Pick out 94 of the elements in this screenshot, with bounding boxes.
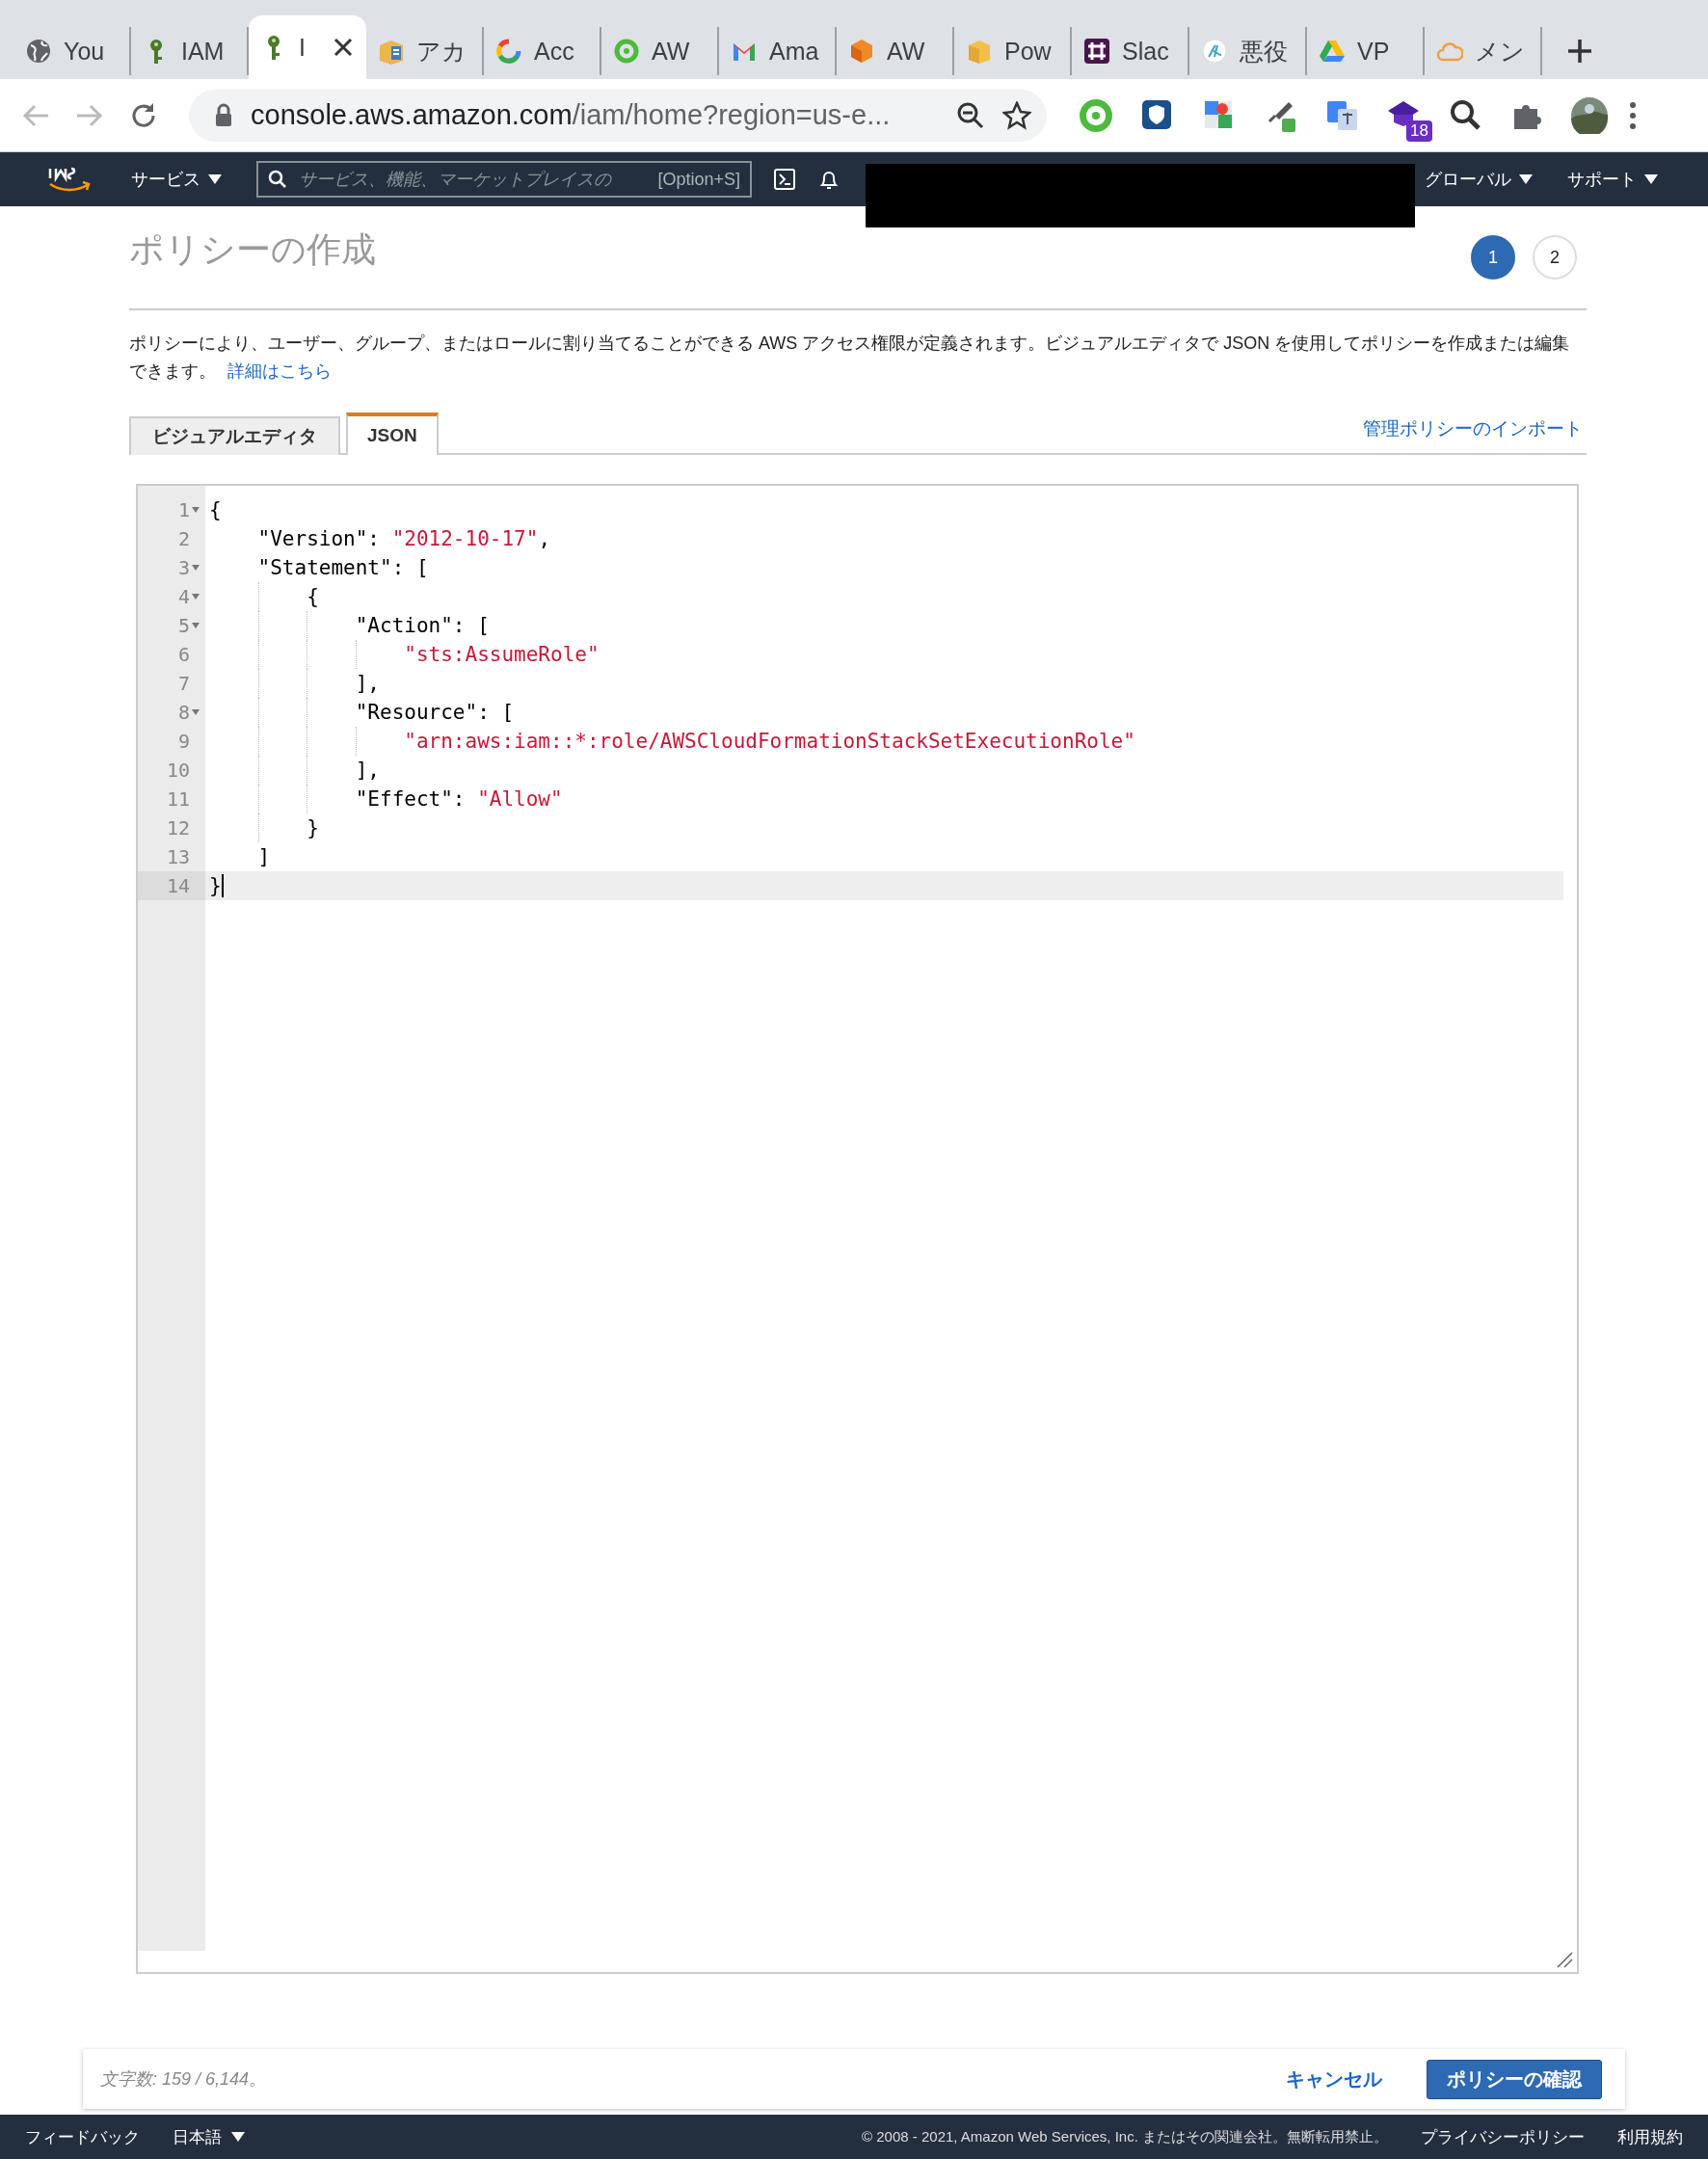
line-number: 14: [166, 874, 190, 897]
code-line: ],: [354, 672, 380, 695]
browser-tab[interactable]: I: [249, 15, 366, 79]
line-number: 11: [166, 787, 190, 811]
code-line: ],: [354, 759, 380, 782]
code-line: {: [306, 585, 319, 608]
search-field[interactable]: サービス、機能、マーケットプレイスの [Option+S]: [256, 161, 752, 198]
fold-icon[interactable]: [192, 507, 200, 513]
browser-tab[interactable]: Ama: [719, 27, 837, 75]
browser-tab[interactable]: AW: [601, 27, 719, 75]
caret-icon: [1519, 174, 1533, 184]
search-icon: [268, 170, 287, 189]
character-count: 文字数: 159 / 6,144。: [100, 2068, 267, 2091]
browser-tab[interactable]: Pow: [954, 27, 1072, 75]
code-line: "Effect": "Allow": [354, 787, 563, 811]
avatar-icon[interactable]: [1571, 96, 1608, 134]
ring-icon: [613, 38, 640, 65]
line-number: 9: [177, 730, 190, 753]
lock-icon: [214, 102, 233, 128]
step-indicator[interactable]: 1: [1471, 235, 1515, 280]
line-number: 7: [177, 672, 190, 695]
support-menu[interactable]: サポート: [1567, 168, 1658, 191]
browser-tab[interactable]: VP: [1307, 27, 1425, 75]
close-icon[interactable]: [332, 36, 355, 59]
code-line: "Resource": [: [354, 701, 515, 724]
region-menu[interactable]: グローバル: [1425, 168, 1533, 191]
code-line: "arn:aws:iam::*:role/AWSCloudFormationStackSetExecutionRole": [403, 730, 1135, 753]
learn-more-link[interactable]: 詳細はこちら: [227, 361, 332, 381]
browser-tab[interactable]: 悪役: [1189, 27, 1307, 75]
page-title: ポリシーの作成: [129, 227, 376, 271]
privacy-link[interactable]: プライバシーポリシー: [1421, 2125, 1585, 2148]
import-policy-link[interactable]: 管理ポリシーのインポート: [1363, 416, 1583, 441]
review-policy-button[interactable]: ポリシーの確認: [1427, 2059, 1602, 2099]
services-menu[interactable]: サービス: [131, 168, 222, 191]
line-number: 8: [177, 701, 190, 724]
code-line: "Version": "2012-10-17",: [256, 527, 551, 550]
browser-tab[interactable]: Slac: [1072, 27, 1189, 75]
caret-icon: [231, 2132, 245, 2142]
box-icon: [966, 38, 993, 65]
caret-icon: [1644, 174, 1658, 184]
browser-tab[interactable]: AW: [837, 27, 954, 75]
line-number: 1: [177, 498, 190, 521]
browser-tab[interactable]: アカ: [366, 27, 484, 75]
line-number: 3: [177, 556, 190, 579]
plus-icon[interactable]: [1565, 37, 1594, 66]
feedback-link[interactable]: フィードバック: [25, 2125, 140, 2148]
logo-icon[interactable]: [46, 165, 93, 194]
caret-icon: [208, 174, 222, 184]
grid-icon: [1083, 38, 1110, 65]
star-icon[interactable]: [1002, 100, 1031, 130]
cancel-button[interactable]: キャンセル: [1280, 2065, 1388, 2093]
terms-link[interactable]: 利用規約: [1617, 2125, 1683, 2148]
code-line: }: [306, 816, 319, 840]
line-number: 5: [177, 614, 190, 637]
code-line: ]: [256, 845, 271, 868]
fold-icon[interactable]: [192, 565, 200, 571]
resize-grip-icon[interactable]: [1556, 1951, 1573, 1968]
language-menu[interactable]: 日本語: [173, 2125, 245, 2148]
code-line: "sts:AssumeRole": [403, 643, 600, 666]
text-cursor: [221, 874, 224, 897]
count-badge: 18: [1406, 120, 1432, 142]
browser-tab[interactable]: メン: [1425, 27, 1542, 75]
globe-icon: [25, 38, 52, 65]
swirl-icon: [1201, 38, 1228, 65]
code-line: }: [209, 874, 222, 897]
url-text: console.aws.amazon.com/iam/home?region=us-e...: [251, 99, 892, 131]
cube-icon: [848, 38, 875, 65]
fold-icon[interactable]: [192, 594, 200, 600]
browser-tab[interactable]: You: [13, 27, 131, 75]
code-line: "Action": [: [354, 614, 490, 637]
code-line: "Statement": [: [256, 556, 429, 579]
line-number: 4: [177, 585, 190, 608]
description-text: ポリシーにより、ユーザー、グループ、またはロールに割り当てることができる AWS アクセス権限が定義されます。ビジュアルエディタで JSON を使用してポリシーを作成または編集できます。 詳細はこちら: [129, 333, 1571, 383]
line-number: 12: [166, 816, 190, 840]
terminal-icon[interactable]: [773, 168, 796, 191]
ring-icon: [495, 38, 522, 65]
line-number: 6: [177, 643, 190, 666]
address-bar[interactable]: console.aws.amazon.com/iam/home?region=us-e...: [189, 89, 1047, 142]
line-number: 13: [166, 845, 190, 868]
copyright-text: © 2008 - 2021, Amazon Web Services, Inc. またはその関連会社。無断転用禁止。: [862, 2127, 1388, 2146]
editor-tab[interactable]: ビジュアルエディタ: [129, 416, 340, 455]
shortcut-hint: [Option+S]: [657, 169, 740, 190]
triangle-icon: [1319, 38, 1346, 65]
zoom-out-icon[interactable]: [956, 100, 985, 130]
fold-icon[interactable]: [192, 623, 200, 628]
editor-tab[interactable]: JSON: [346, 413, 439, 455]
line-number: 10: [166, 759, 190, 782]
line-number: 2: [177, 527, 190, 550]
browser-tab[interactable]: Acc: [484, 27, 601, 75]
code-line: {: [209, 498, 222, 521]
book-icon: [378, 38, 405, 65]
step-indicator[interactable]: 2: [1533, 235, 1577, 280]
fold-icon[interactable]: [192, 709, 200, 715]
more-menu-icon[interactable]: [1629, 100, 1637, 130]
